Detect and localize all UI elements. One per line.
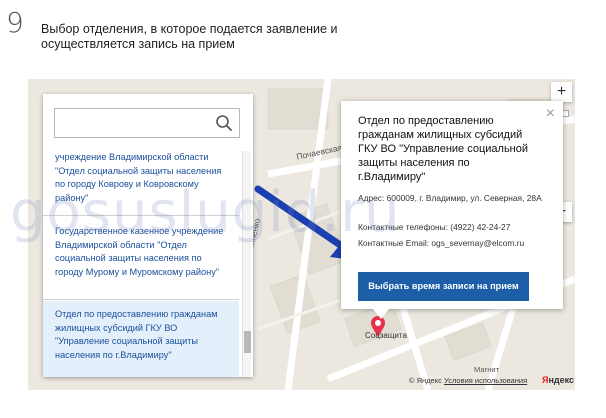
popup-pointer	[373, 309, 389, 319]
list-item-murom[interactable]: Государственное казенное учреждение Влад…	[43, 225, 239, 279]
poi-label-soczashchita[interactable]: Соцзащита	[365, 331, 407, 340]
list-item-kovrov[interactable]: учреждение Владимирской области "Отдел с…	[43, 151, 239, 205]
popup-title: Отдел по предоставлению гражданам жилищн…	[358, 115, 529, 183]
popup-email: Контактные Email: ogs_severnay@elcom.ru	[358, 238, 525, 248]
map-copyright: © Яндекс Условия использования	[409, 376, 527, 385]
list-scrollbar[interactable]	[242, 151, 251, 377]
scrollbar-thumb[interactable]	[244, 331, 251, 353]
list-item-label: учреждение Владимирской области "Отдел с…	[55, 152, 222, 203]
search-input[interactable]	[54, 108, 240, 138]
step-number: 9	[6, 6, 24, 39]
office-list-panel: учреждение Владимирской области "Отдел с…	[43, 94, 253, 377]
office-list: учреждение Владимирской области "Отдел с…	[43, 151, 253, 377]
popup-phone: Контактные телефоны: (4922) 42-24-27	[358, 222, 511, 232]
zoom-in-button[interactable]: +	[551, 82, 572, 102]
terms-link[interactable]: Условия использования	[444, 376, 527, 385]
office-popup: × Отдел по предоставлению гражданам жили…	[341, 101, 563, 319]
yandex-logo[interactable]: Яндекс	[542, 375, 574, 385]
list-item-label: Государственное казенное учреждение Влад…	[55, 226, 224, 277]
yandex-logo-rest: ндекс	[548, 375, 575, 385]
book-appointment-button[interactable]: Выбрать время записи на прием	[358, 272, 529, 301]
poi-label-magnit: Магнит	[474, 365, 500, 374]
search-icon[interactable]	[215, 114, 233, 132]
list-item-vladimir[interactable]: Отдел по предоставлению гражданам жилищн…	[43, 301, 239, 377]
close-icon[interactable]: ×	[546, 106, 555, 122]
step-title: Выбор отделения, в которое подается заяв…	[41, 22, 338, 51]
list-divider	[43, 299, 239, 300]
list-item-label: Отдел по предоставлению гражданам жилищн…	[55, 309, 218, 360]
list-divider	[43, 215, 239, 216]
popup-address: Адрес: 600009, г. Владимир, ул. Северная…	[358, 193, 542, 203]
copyright-text: © Яндекс	[409, 376, 442, 385]
